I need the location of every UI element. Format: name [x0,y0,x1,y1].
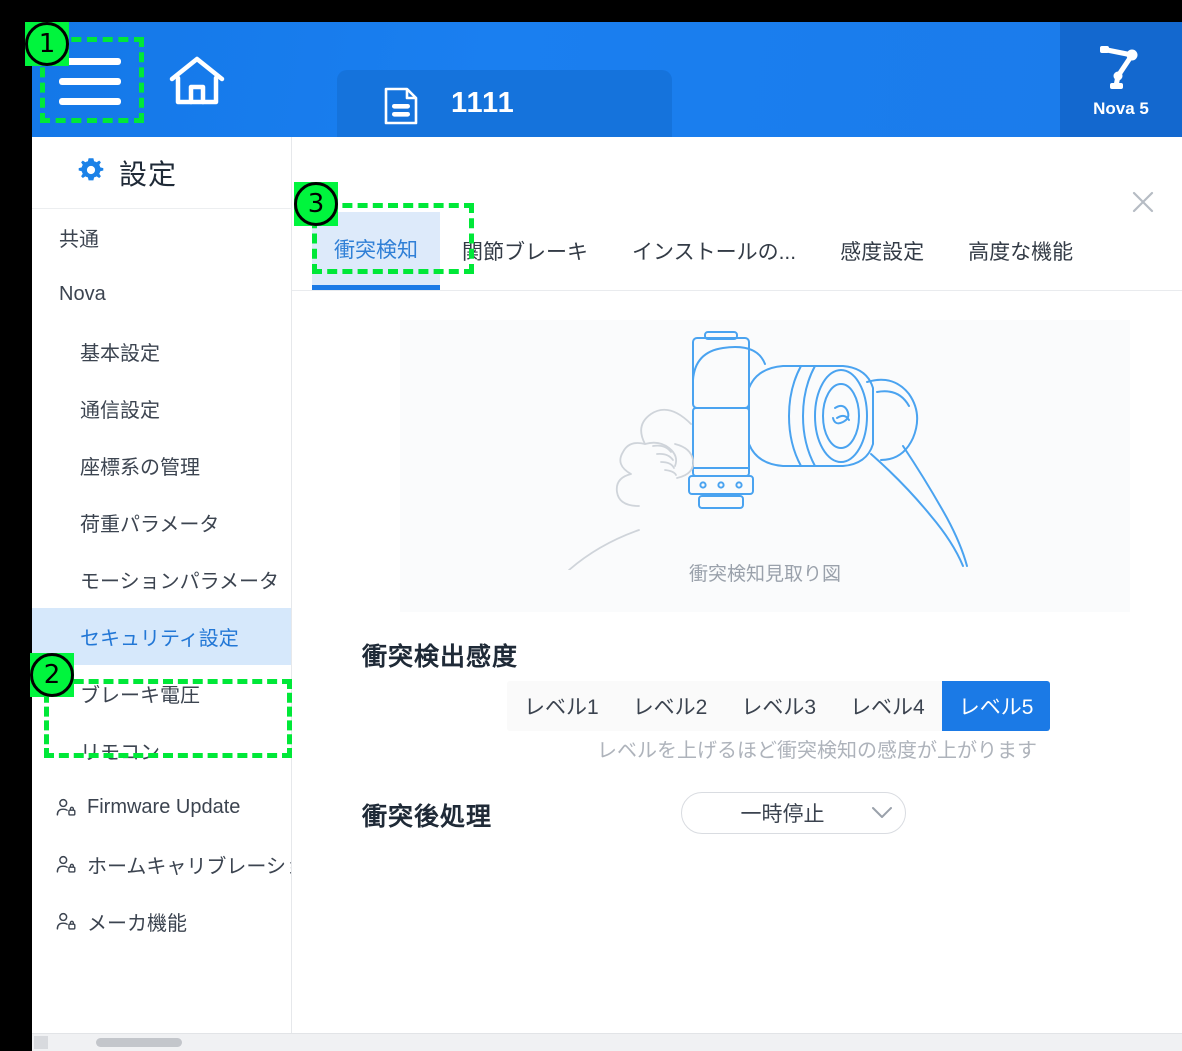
scrollbar-thumb[interactable] [96,1038,182,1047]
level-button-5[interactable]: レベル5 [942,681,1051,731]
hamburger-lines [59,58,121,105]
level-button-3[interactable]: レベル3 [724,681,833,731]
sidebar-item-label: Firmware Update [87,796,240,819]
sidebar-item-4[interactable]: 座標系の管理 [32,437,291,494]
horizontal-scrollbar[interactable] [32,1033,1182,1051]
sidebar-item-label: モーションパラメータ [80,565,279,594]
post-collision-label: 衝突後処理 [362,797,492,833]
sidebar-item-0[interactable]: 共通 [32,209,291,266]
tab-label: 感度設定 [840,236,924,266]
sidebar-item-12[interactable]: メーカ機能 [32,893,291,950]
sidebar-item-9[interactable]: リモコン [32,722,291,779]
settings-sidebar: 設定 共通 Nova 基本設定通信設定座標系の管理荷重パラメータモーションパラメータ… [32,137,292,1033]
sidebar-item-label: セキュリティ設定 [80,622,239,651]
sidebar-header: 設定 [32,137,291,209]
tab-4[interactable]: 高度な機能 [946,212,1095,290]
settings-main-panel: 衝突検知 関節ブレーキ インストールの... 感度設定 高度な機能 [292,137,1182,1033]
sidebar-item-label: Nova [59,283,106,306]
tab-1[interactable]: 関節ブレーキ [440,212,610,290]
sidebar-item-label: 荷重パラメータ [80,508,219,537]
sidebar-item-6[interactable]: モーションパラメータ [32,551,291,608]
robot-model-label: Nova 5 [1093,99,1149,119]
level-button-4[interactable]: レベル4 [833,681,942,731]
document-tab-label: 1111 [451,87,515,120]
sensitivity-level-group: レベル1レベル2レベル3レベル4レベル5 [507,681,1050,731]
tab-label: 関節ブレーキ [462,236,588,266]
tab-label: インストールの... [632,236,796,266]
chevron-down-icon [859,806,905,820]
sidebar-item-1[interactable]: Nova [32,266,291,323]
sidebar-item-10[interactable]: Firmware Update [32,779,291,836]
sidebar-item-2[interactable]: 基本設定 [32,323,291,380]
collision-detection-diagram: 衝突検知見取り図 [400,320,1130,612]
sidebar-item-label: リモコン [80,736,160,765]
robot-joint-hand-drawing [485,320,1045,570]
robot-model-badge[interactable]: Nova 5 [1060,22,1182,137]
sidebar-item-11[interactable]: ホームキャリブレーション [32,836,291,893]
level-button-1[interactable]: レベル1 [507,681,616,731]
screenshot-root: 1111 Nova 5 [0,0,1182,1051]
application-window: 1111 Nova 5 [32,22,1182,1051]
hamburger-menu-icon[interactable] [54,52,126,110]
illustration-caption: 衝突検知見取り図 [400,559,1130,586]
sidebar-item-list: 共通 Nova 基本設定通信設定座標系の管理荷重パラメータモーションパラメータセキュ… [32,209,291,950]
tab-3[interactable]: 感度設定 [818,212,946,290]
sidebar-item-security[interactable]: セキュリティ設定 [32,608,291,665]
sensitivity-label: 衝突検出感度 [362,637,518,673]
scrollbar-left-arrow[interactable] [34,1036,48,1049]
settings-tab-bar: 衝突検知 関節ブレーキ インストールの... 感度設定 高度な機能 [292,212,1182,291]
top-navigation-bar: 1111 Nova 5 [32,22,1182,137]
sidebar-item-label: 座標系の管理 [80,451,200,480]
post-collision-value: 一時停止 [682,798,859,828]
user-lock-icon [55,911,77,933]
sidebar-title: 設定 [119,153,177,193]
gear-icon [76,155,106,190]
document-icon [383,86,419,131]
sidebar-item-label: ホームキャリブレーション [87,850,292,879]
tab-2[interactable]: インストールの... [610,212,818,290]
sidebar-item-3[interactable]: 通信設定 [32,380,291,437]
tab-collision-detection[interactable]: 衝突検知 [312,212,440,290]
level-button-2[interactable]: レベル2 [616,681,725,731]
tab-label: 衝突検知 [334,234,418,264]
tab-label: 高度な機能 [968,236,1073,266]
robot-arm-icon [1094,40,1148,97]
sidebar-item-label: 通信設定 [80,394,160,423]
home-icon[interactable] [162,50,232,112]
sidebar-item-label: ブレーキ電圧 [80,679,200,708]
user-lock-icon [55,797,77,819]
post-collision-select[interactable]: 一時停止 [681,792,906,834]
document-tab[interactable]: 1111 [337,70,672,137]
sidebar-item-5[interactable]: 荷重パラメータ [32,494,291,551]
sidebar-item-label: 共通 [59,223,99,252]
user-lock-icon [55,854,77,876]
sensitivity-hint: レベルを上げるほど衝突検知の感度が上がります [507,734,1127,763]
sidebar-item-label: メーカ機能 [87,907,187,936]
sidebar-item-label: 基本設定 [80,337,160,366]
sidebar-item-8[interactable]: ブレーキ電圧 [32,665,291,722]
